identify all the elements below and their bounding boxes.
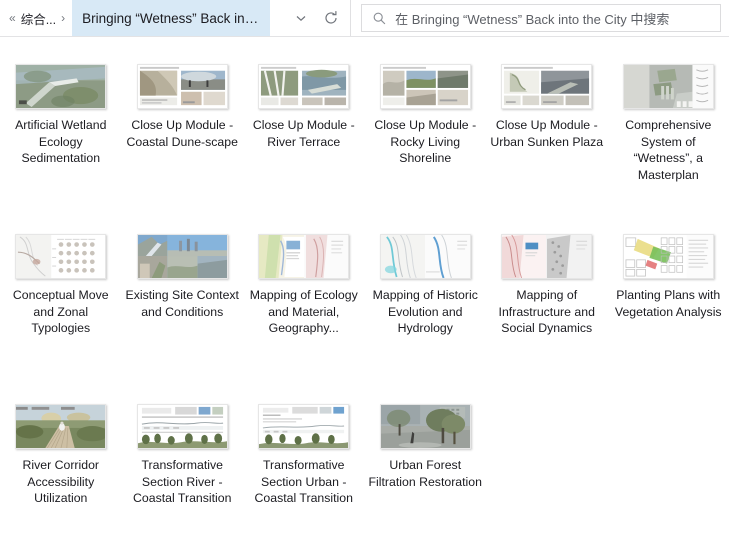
chevron-right-icon[interactable]: › xyxy=(60,12,66,24)
list-item[interactable]: Close Up Module - Rocky Living Shoreline xyxy=(365,59,487,229)
list-item[interactable]: Comprehensive System of “Wetness”, a Mas… xyxy=(608,59,729,229)
list-item-label: Transformative Section River - Coastal T… xyxy=(133,458,232,506)
thumbnail-board-dune-panels[interactable] xyxy=(136,64,228,109)
list-item[interactable]: Urban Forest Filtration Restoration xyxy=(365,399,487,557)
thumbnail-planting-plan-sheet[interactable] xyxy=(622,234,714,279)
list-item[interactable]: Close Up Module - Urban Sunken Plaza xyxy=(486,59,608,229)
list-item[interactable]: Mapping of Historic Evolution and Hydrol… xyxy=(365,229,487,399)
list-item-label: Transformative Section Urban - Coastal T… xyxy=(254,458,353,506)
thumbnail-map-infrastructure-social[interactable] xyxy=(501,234,593,279)
tab-active-project[interactable]: Bringing “Wetness” Back into t... xyxy=(72,0,271,36)
thumbnail-board-rocky-shoreline-panels[interactable] xyxy=(379,64,471,109)
tab-tools xyxy=(270,0,351,36)
list-item-label: Comprehensive System of “Wetness”, a Mas… xyxy=(625,118,712,182)
double-chevron-left-icon[interactable]: « xyxy=(8,12,17,24)
thumbnail-diagram-typology-matrix[interactable] xyxy=(15,234,107,279)
thumbnail-render-river-corridor[interactable] xyxy=(15,404,107,449)
thumbnail-render-urban-forest[interactable] xyxy=(379,404,471,449)
tab-title: Bringing “Wetness” Back into t... xyxy=(82,10,261,26)
list-item[interactable]: Close Up Module - River Terrace xyxy=(243,59,365,229)
search-input[interactable]: 在 Bringing “Wetness” Back into the City … xyxy=(361,4,721,32)
list-item-label: Artificial Wetland Ecology Sedimentation xyxy=(15,118,107,166)
list-item-label: Close Up Module - River Terrace xyxy=(252,118,355,149)
list-item-label: Mapping of Infrastructure and Social Dyn… xyxy=(498,288,595,336)
search-placeholder: 在 Bringing “Wetness” Back into the City … xyxy=(395,11,670,27)
thumbnail-map-ecology-material[interactable] xyxy=(258,234,350,279)
list-item[interactable]: Planting Plans with Vegetation Analysis xyxy=(608,229,729,399)
thumbnail-board-sunken-plaza-panels[interactable] xyxy=(501,64,593,109)
list-item[interactable]: Artificial Wetland Ecology Sedimentation xyxy=(0,59,122,229)
list-item[interactable]: Existing Site Context and Conditions xyxy=(122,229,244,399)
list-item[interactable]: Transformative Section River - Coastal T… xyxy=(122,399,244,557)
list-item[interactable]: Close Up Module - Coastal Dune-scape xyxy=(122,59,244,229)
thumbnail-aerial-wetland-photo[interactable] xyxy=(15,64,107,109)
list-item-label: Close Up Module - Coastal Dune-scape xyxy=(126,118,238,149)
list-item[interactable]: Mapping of Infrastructure and Social Dyn… xyxy=(486,229,608,399)
list-item-label: Planting Plans with Vegetation Analysis xyxy=(614,288,722,319)
tab-bar: Bringing “Wetness” Back into t... xyxy=(72,0,352,36)
list-item-label: Close Up Module - Urban Sunken Plaza xyxy=(490,118,604,149)
thumbnail-board-river-terrace-panels[interactable] xyxy=(258,64,350,109)
list-item[interactable]: River Corridor Accessibility Utilization xyxy=(0,399,122,557)
list-item-label: Mapping of Ecology and Material, Geograp… xyxy=(249,288,358,336)
list-item[interactable]: Transformative Section Urban - Coastal T… xyxy=(243,399,365,557)
thumbnail-section-river-coastal[interactable] xyxy=(136,404,228,449)
list-item[interactable]: Mapping of Ecology and Material, Geograp… xyxy=(243,229,365,399)
chevron-down-icon[interactable] xyxy=(286,3,316,33)
file-grid: Artificial Wetland Ecology Sedimentation xyxy=(0,59,729,557)
list-item-label: Conceptual Move and Zonal Typologies xyxy=(12,288,109,336)
list-item[interactable]: Conceptual Move and Zonal Typologies xyxy=(0,229,122,399)
thumbnail-map-historic-hydrology[interactable] xyxy=(379,234,471,279)
breadcrumb-label[interactable]: 综合... xyxy=(21,9,56,28)
refresh-icon[interactable] xyxy=(316,3,346,33)
list-item-label: Existing Site Context and Conditions xyxy=(125,288,239,319)
list-item-label: Mapping of Historic Evolution and Hydrol… xyxy=(372,288,478,336)
top-toolbar: « 综合... › Bringing “Wetness” Back into t… xyxy=(0,0,729,37)
search-area: 在 Bringing “Wetness” Back into the City … xyxy=(351,0,729,36)
file-grid-container: Artificial Wetland Ecology Sedimentation xyxy=(0,37,729,557)
list-item-label: Close Up Module - Rocky Living Shoreline xyxy=(374,118,477,166)
thumbnail-site-photo-collage[interactable] xyxy=(136,234,228,279)
list-item-label: Urban Forest Filtration Restoration xyxy=(368,458,482,489)
search-icon xyxy=(372,11,386,25)
thumbnail-section-urban-coastal[interactable] xyxy=(258,404,350,449)
list-item-label: River Corridor Accessibility Utilization xyxy=(22,458,100,506)
thumbnail-masterplan-aerial[interactable] xyxy=(622,64,714,109)
breadcrumb[interactable]: « 综合... › xyxy=(0,0,72,36)
